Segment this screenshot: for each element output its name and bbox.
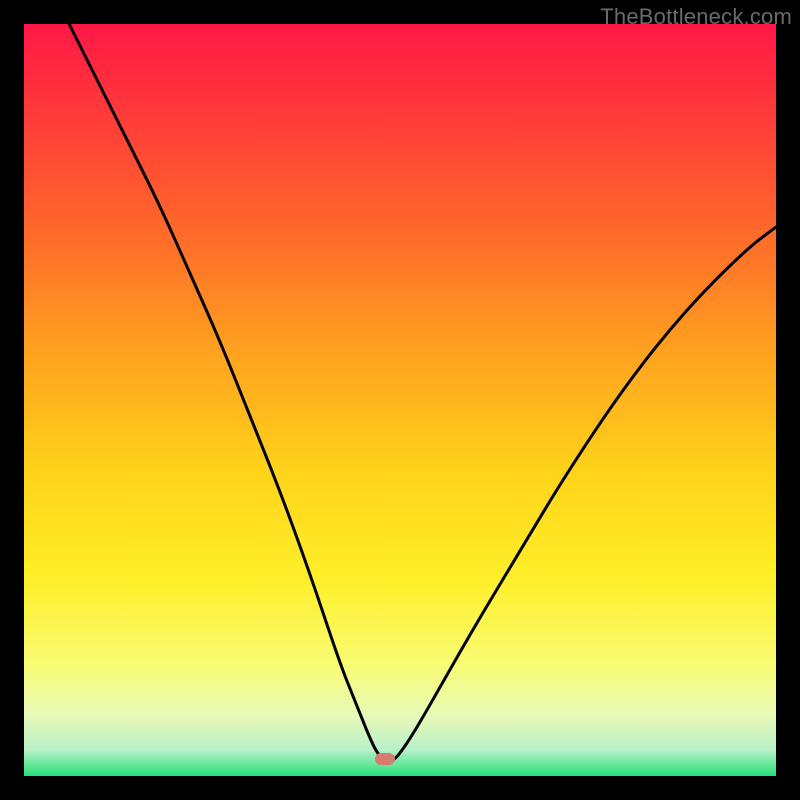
optimum-marker (375, 753, 395, 765)
attribution-text: TheBottleneck.com (600, 4, 792, 30)
curve-layer (24, 24, 776, 776)
plot-area (24, 24, 776, 776)
bottleneck-curve (69, 24, 776, 761)
chart-stage: TheBottleneck.com (0, 0, 800, 800)
